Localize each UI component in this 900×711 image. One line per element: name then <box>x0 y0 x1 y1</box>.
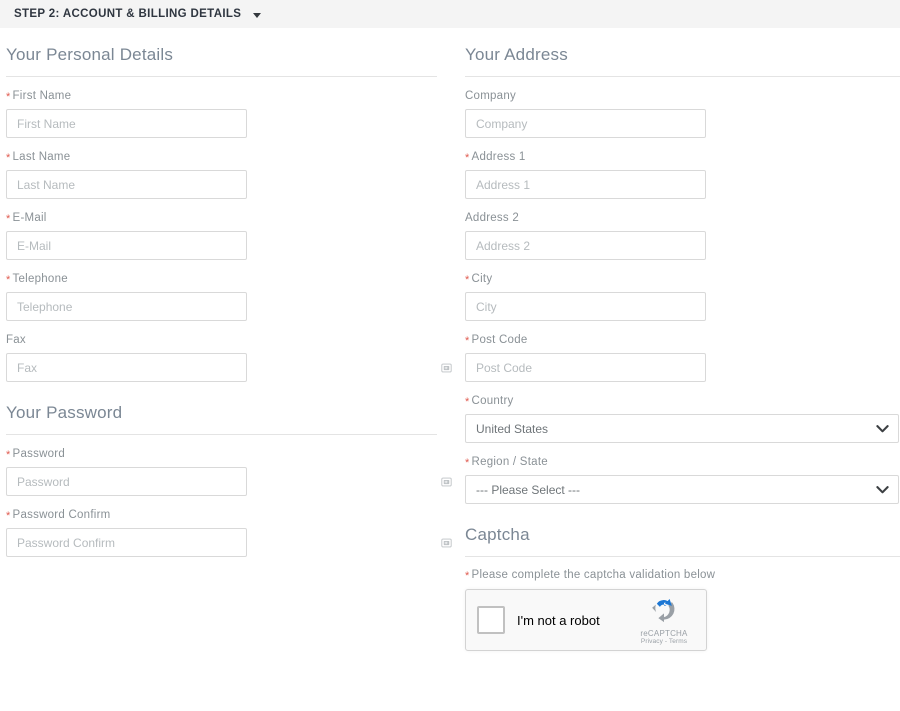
label-text: Fax <box>6 334 26 346</box>
password-confirm-input[interactable] <box>6 528 247 557</box>
label-text: Last Name <box>12 151 71 163</box>
field-email: * E-Mail <box>6 211 460 260</box>
required-asterisk: * <box>6 152 11 164</box>
password-section-heading: Your Password <box>6 403 123 422</box>
field-label-password: * Password <box>6 447 460 461</box>
fax-input[interactable] <box>6 353 247 382</box>
label-text: Telephone <box>12 273 68 285</box>
label-text: Company <box>465 90 516 102</box>
captcha-heading: Captcha <box>465 525 530 544</box>
last-name-input[interactable] <box>6 170 247 199</box>
field-post-code: * Post Code <box>465 333 900 382</box>
required-asterisk: * <box>465 396 470 408</box>
required-asterisk: * <box>6 274 11 286</box>
password-input[interactable] <box>6 467 247 496</box>
label-text: Password <box>12 448 66 460</box>
form-columns: Your Personal Details *First Name *Last … <box>0 28 900 651</box>
field-city: * City <box>465 272 900 321</box>
step-title: STEP 2: ACCOUNT & BILLING DETAILS <box>14 8 242 20</box>
password-manager-icon <box>441 477 452 486</box>
label-text: Region / State <box>471 456 548 468</box>
password-manager-icon <box>441 363 452 372</box>
section-divider <box>465 76 900 77</box>
field-telephone: * Telephone <box>6 272 460 321</box>
personal-details-column: Your Personal Details *First Name *Last … <box>0 45 460 651</box>
region-state-select[interactable]: --- Please Select --- <box>465 475 899 504</box>
field-first-name: * First Name <box>6 89 460 138</box>
city-input[interactable] <box>465 292 706 321</box>
label-text: Address 1 <box>471 151 526 163</box>
required-asterisk: * <box>465 457 470 469</box>
field-region-state: * Region / State --- Please Select --- <box>465 455 900 504</box>
recaptcha-brand: reCAPTCHA Privacy - Terms <box>633 594 695 646</box>
address-2-input[interactable] <box>465 231 706 260</box>
field-label-city: * City <box>465 272 900 286</box>
field-address-1: * Address 1 <box>465 150 900 199</box>
field-label-first-name: * First Name <box>6 89 460 103</box>
field-label-password-confirm: * Password Confirm <box>6 508 460 522</box>
field-password-confirm: * Password Confirm <box>6 508 460 557</box>
field-label-email: * E-Mail <box>6 211 460 225</box>
field-label-region-state: * Region / State <box>465 455 900 469</box>
recaptcha-label: I'm not a robot <box>517 612 600 628</box>
field-label-last-name: * Last Name <box>6 150 460 164</box>
post-code-input[interactable] <box>465 353 706 382</box>
recaptcha-widget[interactable]: I'm not a robot reCAPTCHA Privacy - Term… <box>465 589 707 651</box>
chevron-down-icon[interactable] <box>253 12 262 18</box>
field-last-name: * Last Name <box>6 150 460 199</box>
first-name-input[interactable] <box>6 109 247 138</box>
field-password: * Password <box>6 447 460 496</box>
field-fax: Fax <box>6 333 460 382</box>
label-text: Post Code <box>471 334 528 346</box>
label-text: First Name <box>12 90 72 102</box>
label-text: Address 2 <box>465 212 520 224</box>
required-asterisk: * <box>6 91 11 103</box>
captcha-note: * Please complete the captcha validation … <box>465 569 900 582</box>
required-asterisk: * <box>6 213 11 225</box>
address-column: Your Address Company *Address 1 Address … <box>460 45 900 651</box>
telephone-input[interactable] <box>6 292 247 321</box>
field-label-company: Company <box>465 89 900 103</box>
recaptcha-links[interactable]: Privacy - Terms <box>633 639 695 646</box>
email-input[interactable] <box>6 231 247 260</box>
field-label-country: * Country <box>465 394 900 408</box>
required-asterisk: * <box>465 570 470 582</box>
field-country: * Country United States <box>465 394 900 443</box>
field-label-post-code: * Post Code <box>465 333 900 347</box>
required-asterisk: * <box>465 274 470 286</box>
label-text: E-Mail <box>12 212 47 224</box>
label-text: City <box>471 273 493 285</box>
country-select[interactable]: United States <box>465 414 899 443</box>
field-label-fax: Fax <box>6 333 460 347</box>
field-address-2: Address 2 <box>465 211 900 260</box>
recaptcha-checkbox[interactable] <box>477 606 505 634</box>
password-manager-icon <box>441 538 452 547</box>
personal-details-heading: Your Personal Details <box>6 45 174 64</box>
captcha-note-text: Please complete the captcha validation b… <box>471 569 716 581</box>
step-header-bar[interactable]: STEP 2: ACCOUNT & BILLING DETAILS <box>0 0 900 28</box>
required-asterisk: * <box>465 335 470 347</box>
section-divider <box>6 76 437 77</box>
section-divider <box>6 434 437 435</box>
address-1-input[interactable] <box>465 170 706 199</box>
address-heading: Your Address <box>465 45 568 64</box>
section-divider <box>465 556 900 557</box>
required-asterisk: * <box>6 510 11 522</box>
label-text: Password Confirm <box>12 509 111 521</box>
field-company: Company <box>465 89 900 138</box>
field-label-address-2: Address 2 <box>465 211 900 225</box>
company-input[interactable] <box>465 109 706 138</box>
field-label-telephone: * Telephone <box>6 272 460 286</box>
required-asterisk: * <box>6 449 11 461</box>
label-text: Country <box>471 395 514 407</box>
field-label-address-1: * Address 1 <box>465 150 900 164</box>
recaptcha-brand-name: reCAPTCHA <box>640 629 688 639</box>
recaptcha-logo-icon <box>652 598 675 623</box>
required-asterisk: * <box>465 152 470 164</box>
